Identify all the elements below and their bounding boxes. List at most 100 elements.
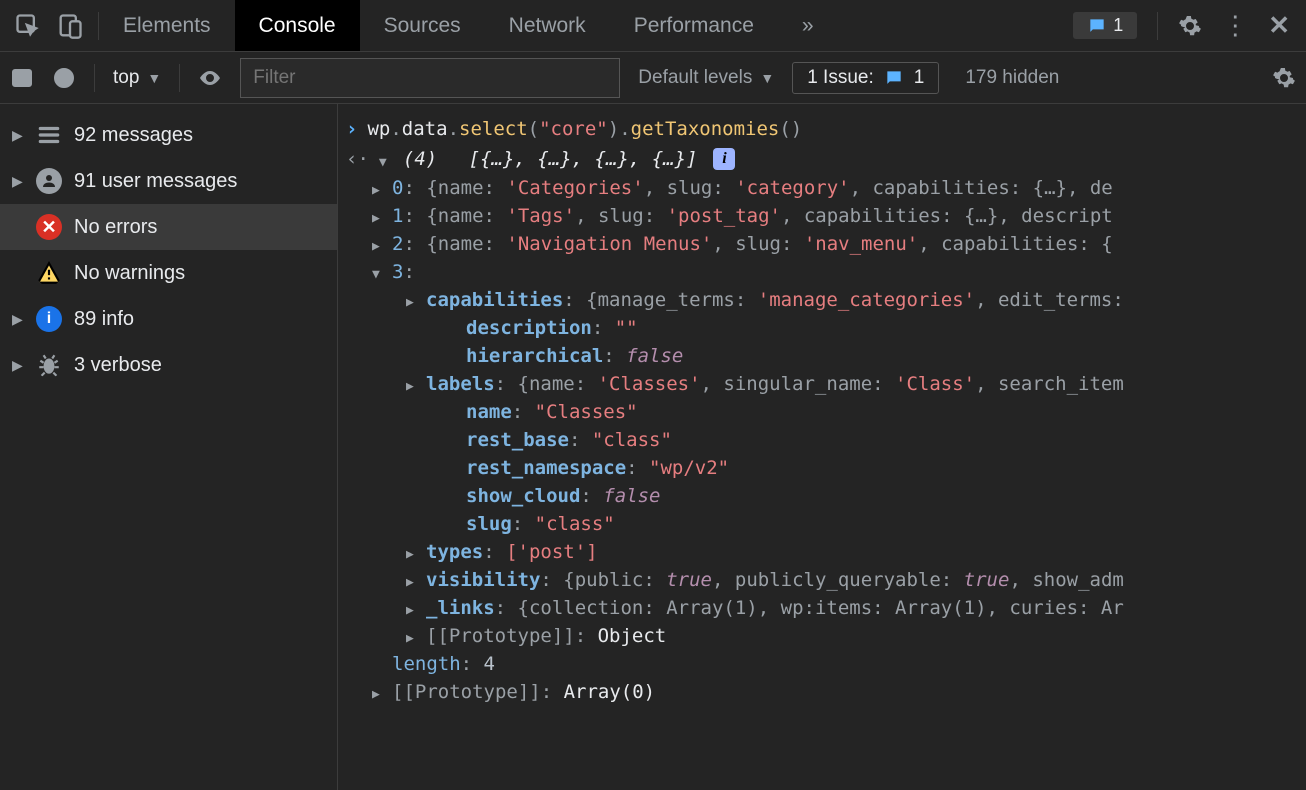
chevron-down-icon: ▼ — [760, 70, 774, 86]
expand-icon[interactable]: ▶ — [406, 569, 420, 590]
issues-summary[interactable]: 1 Issue: 1 — [792, 62, 939, 94]
hidden-count: 179 hidden — [965, 67, 1059, 89]
caret-icon: ▶ — [12, 173, 24, 190]
console-output: › wp.data.select("core").getTaxonomies()… — [338, 104, 1306, 790]
gear-icon[interactable] — [1178, 14, 1202, 38]
sidebar-item-warnings[interactable]: No warnings — [0, 250, 337, 296]
sidebar-item-messages[interactable]: ▶ 92 messages — [0, 112, 337, 158]
issue-count: 1 — [914, 67, 925, 89]
chat-icon — [884, 68, 904, 88]
prop-visibility[interactable]: ▶visibility: {public: true, publicly_que… — [406, 566, 1298, 594]
prop-description: description: "" — [406, 314, 1298, 342]
issues-count: 1 — [1113, 15, 1123, 36]
context-value: top — [113, 67, 139, 89]
array-item-1[interactable]: ▶ 1: {name: 'Tags', slug: 'post_tag', ca… — [372, 202, 1298, 230]
expand-icon[interactable]: ▶ — [406, 289, 420, 310]
tab-console[interactable]: Console — [235, 0, 360, 51]
expand-icon[interactable]: ▶ — [406, 541, 420, 562]
level-label: Default levels — [638, 67, 752, 89]
collapse-icon[interactable]: ▼ — [372, 261, 386, 282]
sidebar-label: 89 info — [74, 308, 134, 331]
expand-icon[interactable]: ▶ — [372, 205, 386, 226]
tab-more[interactable]: » — [778, 0, 838, 51]
close-icon[interactable]: ✕ — [1268, 10, 1290, 41]
prop-hierarchical: hierarchical: false — [406, 342, 1298, 370]
console-command: wp.data.select("core").getTaxonomies() — [367, 118, 802, 140]
result-tree: ▶ 0: {name: 'Categories', slug: 'categor… — [346, 174, 1298, 706]
sidebar-item-verbose[interactable]: ▶ 3 verbose — [0, 342, 337, 388]
sidebar-item-user-messages[interactable]: ▶ 91 user messages — [0, 158, 337, 204]
user-icon — [36, 168, 62, 194]
prop-labels[interactable]: ▶labels: {name: 'Classes', singular_name… — [406, 370, 1298, 398]
expand-icon[interactable]: ▶ — [372, 177, 386, 198]
prop-prototype[interactable]: ▶[[Prototype]]: Object — [406, 622, 1298, 650]
eye-icon[interactable] — [198, 66, 222, 90]
filter-container — [240, 58, 620, 98]
sidebar-toggle-icon[interactable] — [10, 66, 34, 90]
prompt-icon: › — [346, 118, 357, 140]
level-selector[interactable]: Default levels ▼ — [638, 67, 774, 89]
issues-badge[interactable]: 1 — [1073, 12, 1137, 39]
gear-icon[interactable] — [1272, 66, 1296, 90]
separator — [94, 64, 95, 92]
prop-links[interactable]: ▶_links: {collection: Array(1), wp:items… — [406, 594, 1298, 622]
expand-icon[interactable]: ▶ — [372, 681, 386, 702]
prop-types[interactable]: ▶types: ['post'] — [406, 538, 1298, 566]
separator — [179, 64, 180, 92]
prop-show-cloud: show_cloud: false — [406, 482, 1298, 510]
array-item-2[interactable]: ▶ 2: {name: 'Navigation Menus', slug: 'n… — [372, 230, 1298, 258]
caret-icon: ▶ — [12, 127, 24, 144]
array-item-0[interactable]: ▶ 0: {name: 'Categories', slug: 'categor… — [372, 174, 1298, 202]
expand-icon[interactable]: ▶ — [372, 233, 386, 254]
expand-icon[interactable]: ▶ — [406, 597, 420, 618]
issue-label: 1 Issue: — [807, 67, 874, 89]
caret-icon: ▶ — [12, 311, 24, 328]
chevron-down-icon: ▼ — [147, 70, 161, 86]
sidebar: ▶ 92 messages ▶ 91 user messages ✕ No er… — [0, 104, 338, 790]
tab-sources[interactable]: Sources — [360, 0, 485, 51]
filter-input[interactable] — [240, 58, 620, 98]
sidebar-item-info[interactable]: ▶ i 89 info — [0, 296, 337, 342]
console-result-header[interactable]: ‹· ▼ (4) [{…}, {…}, {…}, {…}] i — [346, 144, 1298, 174]
info-icon: i — [36, 306, 62, 332]
sidebar-label: 3 verbose — [74, 354, 162, 377]
kebab-menu-icon[interactable]: ⋮ — [1222, 10, 1248, 41]
tab-network[interactable]: Network — [485, 0, 610, 51]
tab-elements[interactable]: Elements — [99, 0, 235, 51]
error-icon: ✕ — [36, 214, 62, 240]
array-length: (4) — [403, 148, 437, 170]
array-length-prop: length: 4 — [372, 650, 1298, 678]
prop-name: name: "Classes" — [406, 398, 1298, 426]
inspect-icon[interactable] — [14, 12, 42, 40]
sidebar-label: 91 user messages — [74, 170, 237, 193]
chat-icon — [1087, 16, 1107, 36]
separator — [1157, 12, 1158, 40]
prop-rest-base: rest_base: "class" — [406, 426, 1298, 454]
clear-console-icon[interactable] — [52, 66, 76, 90]
expand-icon[interactable]: ▶ — [406, 373, 420, 394]
bug-icon — [36, 352, 62, 378]
return-icon: ‹· — [346, 148, 369, 170]
array-item-3[interactable]: ▼ 3: — [372, 258, 1298, 286]
array-preview: [{…}, {…}, {…}, {…}] — [469, 148, 698, 170]
console-input-line[interactable]: › wp.data.select("core").getTaxonomies() — [346, 114, 1298, 144]
array-prototype[interactable]: ▶[[Prototype]]: Array(0) — [372, 678, 1298, 706]
context-selector[interactable]: top ▼ — [113, 67, 161, 89]
prop-rest-namespace: rest_namespace: "wp/v2" — [406, 454, 1298, 482]
caret-icon: ▶ — [12, 357, 24, 374]
sidebar-label: No errors — [74, 216, 157, 239]
sidebar-item-errors[interactable]: ✕ No errors — [0, 204, 337, 250]
prop-capabilities[interactable]: ▶capabilities: {manage_terms: 'manage_ca… — [406, 286, 1298, 314]
list-icon — [36, 122, 62, 148]
warning-icon — [36, 260, 62, 286]
expand-icon[interactable]: ▼ — [379, 149, 393, 170]
info-badge-icon[interactable]: i — [713, 148, 735, 170]
device-toggle-icon[interactable] — [56, 12, 84, 40]
sidebar-label: 92 messages — [74, 124, 193, 147]
sidebar-label: No warnings — [74, 262, 185, 285]
console-toolbar: top ▼ Default levels ▼ 1 Issue: 1 179 hi… — [0, 52, 1306, 104]
expand-icon[interactable]: ▶ — [406, 625, 420, 646]
devtools-tabbar: Elements Console Sources Network Perform… — [0, 0, 1306, 52]
prop-slug: slug: "class" — [406, 510, 1298, 538]
tab-performance[interactable]: Performance — [610, 0, 778, 51]
